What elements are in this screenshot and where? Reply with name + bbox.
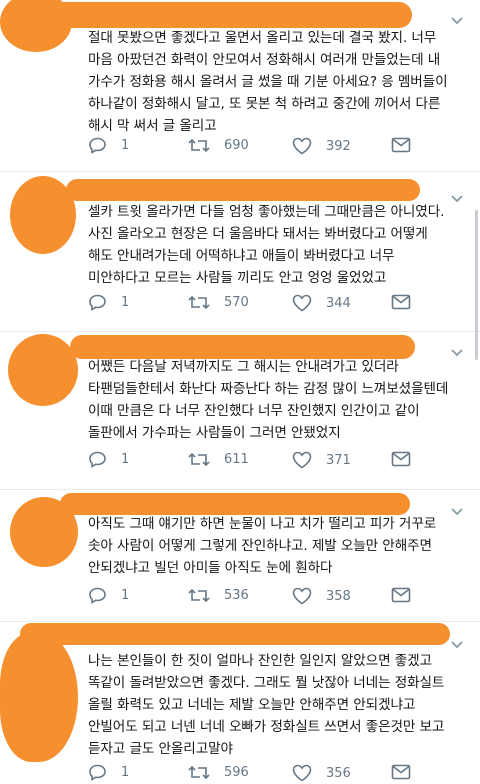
- reply-icon: [89, 764, 106, 781]
- heart-icon: [292, 587, 312, 605]
- like-button[interactable]: 371: [292, 451, 351, 469]
- envelope-icon: [391, 451, 411, 467]
- like-count: 392: [326, 138, 351, 154]
- retweet-icon: [188, 452, 210, 467]
- reply-button[interactable]: 1: [88, 137, 129, 154]
- reply-button[interactable]: 1: [88, 587, 129, 604]
- retweet-button[interactable]: 611: [188, 451, 249, 468]
- like-button[interactable]: 392: [292, 137, 351, 155]
- reply-icon: [89, 137, 106, 154]
- tweet[interactable]: 나는 본인들이 한 짓이 얼마나 잔인한 일인지 알았으면 좋겠고 똑같이 돌려…: [0, 622, 480, 782]
- heart-icon: [292, 764, 312, 782]
- username-redaction[interactable]: [40, 2, 412, 28]
- retweet-button[interactable]: 690: [188, 137, 249, 154]
- like-count: 344: [326, 295, 351, 311]
- dm-button[interactable]: [391, 764, 411, 780]
- tweet[interactable]: 절대 못봤으면 좋겠다고 울면서 올리고 있는데 결국 봤지. 너무 마음 아팠…: [0, 0, 480, 172]
- reply-button[interactable]: 1: [88, 764, 129, 781]
- retweet-count: 596: [224, 765, 249, 780]
- tweet-text: 나는 본인들이 한 짓이 얼마나 잔인한 일인지 알았으면 좋겠고 똑같이 돌려…: [88, 653, 445, 757]
- tweet-text: 아직도 그때 얘기만 하면 눈물이 나고 치가 떨리고 피가 거꾸로 솟아 사람…: [88, 516, 437, 576]
- retweet-count: 611: [224, 452, 249, 467]
- tweet-text: 절대 못봤으면 좋겠다고 울면서 올리고 있는데 결국 봤지. 너무 마음 아팠…: [88, 30, 448, 134]
- retweet-count: 690: [224, 138, 249, 153]
- retweet-icon: [188, 765, 210, 780]
- tweet-text: 어쨌든 다음날 저녁까지도 그 해시는 안내려가고 있더라 타팬덤들한테서 화난…: [88, 359, 449, 441]
- reply-button[interactable]: 1: [88, 294, 129, 311]
- like-button[interactable]: 356: [292, 764, 351, 782]
- scrollbar[interactable]: [475, 210, 478, 360]
- reply-icon: [89, 451, 106, 468]
- username-redaction[interactable]: [60, 493, 410, 515]
- dm-button[interactable]: [391, 587, 411, 603]
- tweet[interactable]: 아직도 그때 얘기만 하면 눈물이 나고 치가 떨리고 피가 거꾸로 솟아 사람…: [0, 489, 480, 622]
- chevron-down-icon[interactable]: [450, 16, 464, 26]
- dm-button[interactable]: [391, 294, 411, 310]
- avatar[interactable]: [0, 632, 78, 762]
- envelope-icon: [391, 587, 411, 603]
- like-count: 356: [326, 765, 351, 781]
- reply-count: 1: [121, 452, 130, 467]
- avatar[interactable]: [8, 334, 78, 406]
- dm-button[interactable]: [391, 451, 411, 467]
- reply-button[interactable]: 1: [88, 451, 129, 468]
- reply-count: 1: [121, 138, 130, 153]
- username-redaction[interactable]: [66, 179, 420, 201]
- heart-icon: [292, 294, 312, 312]
- heart-icon: [292, 137, 312, 155]
- retweet-button[interactable]: 536: [188, 587, 249, 604]
- retweet-icon: [188, 588, 210, 603]
- retweet-icon: [188, 138, 210, 153]
- chevron-down-icon[interactable]: [450, 640, 464, 650]
- reply-icon: [89, 587, 106, 604]
- dm-button[interactable]: [391, 137, 411, 153]
- envelope-icon: [391, 294, 411, 310]
- retweet-button[interactable]: 570: [188, 294, 249, 311]
- reply-count: 1: [121, 588, 130, 603]
- retweet-button[interactable]: 596: [188, 764, 249, 781]
- tweet[interactable]: 어쨌든 다음날 저녁까지도 그 해시는 안내려가고 있더라 타팬덤들한테서 화난…: [0, 332, 480, 492]
- heart-icon: [292, 451, 312, 469]
- username-redaction[interactable]: [20, 623, 450, 645]
- tweet[interactable]: 셀카 트윗 올라가면 다들 엄청 좋아했는데 그때만큼은 아니였다. 사진 올라…: [0, 172, 480, 332]
- like-count: 358: [326, 588, 351, 604]
- envelope-icon: [391, 137, 411, 153]
- reply-count: 1: [121, 765, 130, 780]
- envelope-icon: [391, 764, 411, 780]
- reply-icon: [89, 294, 106, 311]
- like-button[interactable]: 344: [292, 294, 351, 312]
- reply-count: 1: [121, 295, 130, 310]
- retweet-icon: [188, 295, 210, 310]
- retweet-count: 570: [224, 295, 249, 310]
- like-button[interactable]: 358: [292, 587, 351, 605]
- like-count: 371: [326, 452, 351, 468]
- tweet-text: 셀카 트윗 올라가면 다들 엄청 좋아했는데 그때만큼은 아니였다. 사진 올라…: [88, 204, 445, 286]
- retweet-count: 536: [224, 588, 249, 603]
